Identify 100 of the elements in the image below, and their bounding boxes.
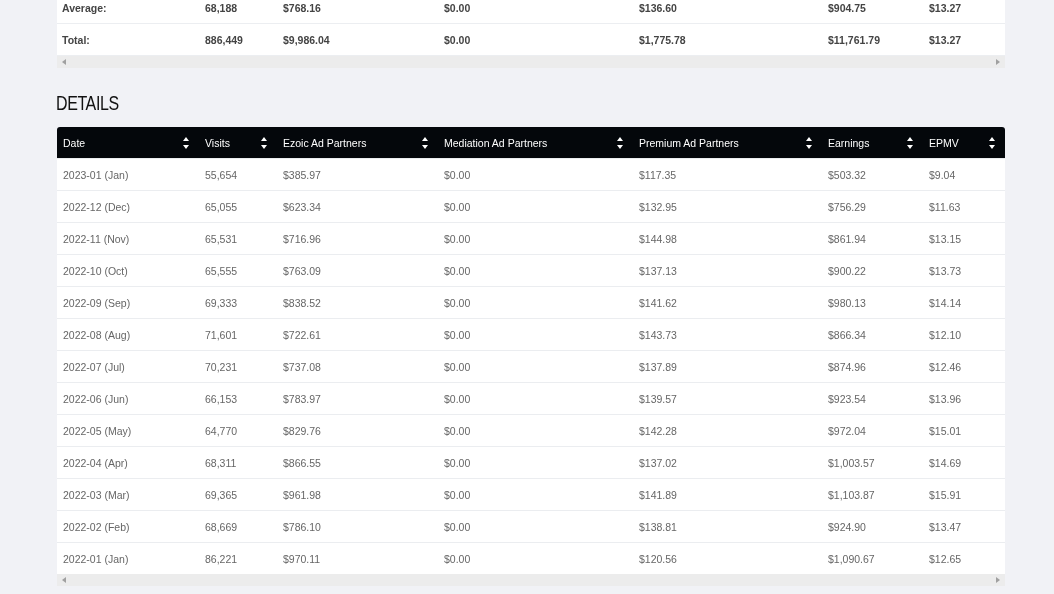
table-cell-text: $623.34: [282, 200, 322, 213]
table-cell-text: 2022-06 (Jun): [62, 392, 130, 405]
summary-cell-text: $0.00: [443, 1, 472, 16]
table-cell-text: $120.56: [638, 552, 678, 565]
table-cell-text: 2022-02 (Feb): [62, 520, 131, 533]
table-cell-text: $13.73: [928, 264, 963, 277]
table-cell-text: $0.00: [443, 424, 472, 437]
table-cell-text: $961.98: [282, 488, 322, 501]
table-cell-text: $0.00: [443, 456, 472, 469]
section-title: DETAILS: [56, 92, 120, 115]
table-cell-text: $923.54: [827, 392, 867, 405]
table-cell-text: $972.04: [827, 424, 867, 437]
table-cell-text: $1,003.57: [827, 456, 876, 469]
sort-icon[interactable]: [617, 136, 623, 149]
table-cell-text: $138.81: [638, 520, 678, 533]
table-cell-text: 2022-03 (Mar): [62, 488, 131, 501]
table-cell-text: $829.76: [282, 424, 322, 437]
sort-icon[interactable]: [422, 136, 428, 149]
table-cell-text: $143.73: [638, 328, 678, 341]
table-cell-text: $786.10: [282, 520, 322, 533]
table-cell-text: $924.90: [827, 520, 867, 533]
table-cell-text: $14.69: [928, 456, 963, 469]
sort-icon[interactable]: [183, 136, 189, 149]
table-cell-text: 2022-04 (Apr): [62, 456, 129, 469]
table-cell-text: $0.00: [443, 168, 472, 181]
column-header[interactable]: Earnings: [822, 127, 923, 158]
table-cell-text: $0.00: [443, 392, 472, 405]
table-cell-text: $144.98: [638, 232, 678, 245]
summary-cell-text: $1,775.78: [638, 33, 687, 46]
table-cell-text: $139.57: [638, 392, 678, 405]
table-cell-text: $783.97: [282, 392, 322, 405]
table-cell-text: 65,531: [204, 232, 239, 245]
sort-icon[interactable]: [806, 136, 812, 149]
table-cell-text: $15.91: [928, 488, 963, 501]
table-cell-text: $141.62: [638, 296, 678, 309]
table-cell-text: $0.00: [443, 488, 472, 501]
summary-label: Total:: [61, 33, 91, 46]
table-cell-text: $980.13: [827, 296, 867, 309]
table-cell-text: $737.08: [282, 360, 322, 373]
column-header[interactable]: Ezoic Ad Partners: [277, 127, 438, 158]
table-cell-text: $0.00: [443, 232, 472, 245]
table-cell-text: $0.00: [443, 520, 472, 533]
table-cell-text: 68,311: [204, 456, 238, 469]
table-cell-text: $12.10: [928, 328, 963, 341]
column-header[interactable]: Visits: [199, 127, 277, 158]
table-cell-text: $0.00: [443, 200, 472, 213]
summary-cell-text: 886,449: [204, 33, 244, 46]
table-cell-text: $137.02: [638, 456, 678, 469]
table-cell-text: 65,055: [204, 200, 239, 213]
table-cell-text: 68,669: [204, 520, 239, 533]
table-cell-text: $13.96: [928, 392, 963, 405]
summary-cell-text: $904.75: [827, 1, 867, 16]
table-cell-text: 2023-01 (Jan): [62, 168, 130, 181]
table-cell-text: $12.46: [928, 360, 963, 373]
table-cell-text: 66,153: [204, 392, 239, 405]
table-cell-text: 64,770: [204, 424, 239, 437]
sort-icon[interactable]: [907, 136, 913, 149]
sort-icon[interactable]: [989, 136, 995, 149]
table-cell-text: $13.47: [928, 520, 963, 533]
column-header[interactable]: EPMV: [923, 127, 1005, 158]
column-header[interactable]: Mediation Ad Partners: [438, 127, 633, 158]
table-cell-text: $0.00: [443, 328, 472, 341]
table-cell-text: $0.00: [443, 264, 472, 277]
table-cell-text: $12.65: [928, 552, 963, 565]
table-cell-text: $763.09: [282, 264, 322, 277]
table-cell-text: $970.11: [282, 552, 322, 565]
table-cell-text: 2022-05 (May): [62, 424, 133, 437]
summary-cell-text: 68,188: [204, 1, 239, 16]
table-cell-text: $137.89: [638, 360, 678, 373]
table-cell-text: $900.22: [827, 264, 867, 277]
table-cell-text: $756.29: [827, 200, 867, 213]
table-cell-text: $838.52: [282, 296, 322, 309]
table-cell-text: $14.14: [928, 296, 963, 309]
table-cell-text: $1,090.67: [827, 552, 876, 565]
table-cell-text: 86,221: [204, 552, 239, 565]
table-cell-text: $0.00: [443, 360, 472, 373]
table-cell-text: 2022-12 (Dec): [62, 200, 132, 213]
table-cell-text: $385.97: [282, 168, 322, 181]
table-cell-text: 71,601: [204, 328, 239, 341]
table-cell-text: $132.95: [638, 200, 678, 213]
table-cell-text: $11.63: [928, 200, 962, 213]
table-cell-text: $866.55: [282, 456, 322, 469]
summary-cell-text: $11,761.79: [827, 33, 881, 46]
table-cell-text: 2022-09 (Sep): [62, 296, 132, 309]
column-header[interactable]: Premium Ad Partners: [633, 127, 822, 158]
table-cell-text: $0.00: [443, 296, 472, 309]
table-cell-text: 2022-10 (Oct): [62, 264, 129, 277]
summary-cell-text: $136.60: [638, 1, 678, 16]
summary-cell-text: $13.27: [928, 1, 963, 16]
summary-cell-text: $9,986.04: [282, 33, 331, 46]
summary-cell-text: $768.16: [282, 1, 322, 16]
summary-cell-text: $13.27: [928, 33, 963, 46]
table-cell-text: $9.04: [928, 168, 957, 181]
table-cell-text: $861.94: [827, 232, 867, 245]
table-cell-text: 70,231: [204, 360, 239, 373]
table-cell-text: 2022-07 (Jul): [62, 360, 126, 373]
column-header[interactable]: Date: [57, 127, 199, 158]
sort-icon[interactable]: [261, 136, 267, 149]
table-cell-text: $141.89: [638, 488, 678, 501]
table-cell-text: 69,333: [204, 296, 239, 309]
